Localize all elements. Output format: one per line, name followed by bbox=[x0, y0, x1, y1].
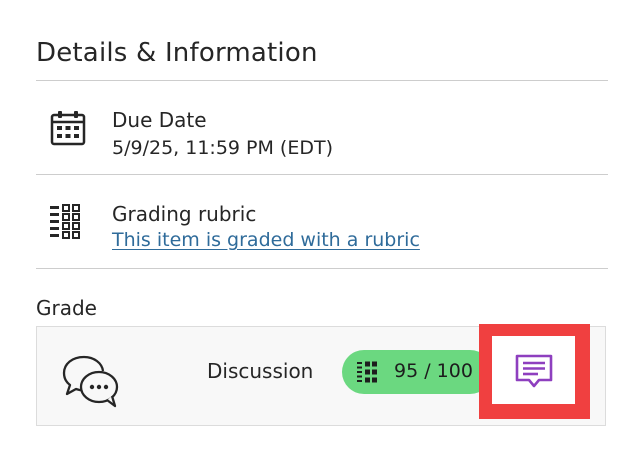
grade-label: Grade bbox=[36, 296, 97, 320]
grade-score-pill[interactable]: 95 / 100 bbox=[342, 350, 492, 394]
grade-item-name: Discussion bbox=[207, 359, 314, 383]
due-date-value: 5/9/25, 11:59 PM (EDT) bbox=[112, 137, 333, 159]
calendar-icon bbox=[50, 111, 86, 146]
rubric-grid-icon bbox=[50, 204, 80, 239]
feedback-button[interactable] bbox=[492, 336, 575, 404]
due-date-row: Due Date 5/9/25, 11:59 PM (EDT) bbox=[36, 100, 608, 170]
rubric-grid-icon bbox=[357, 361, 377, 383]
rubric-divider bbox=[36, 268, 608, 269]
discussion-bubbles-icon bbox=[62, 355, 119, 408]
details-page: Details & Information Due Date 5/9/25, 1… bbox=[0, 0, 625, 450]
rubric-row: Grading rubric This item is graded with … bbox=[36, 194, 608, 264]
rubric-link[interactable]: This item is graded with a rubric bbox=[112, 229, 420, 251]
rubric-label: Grading rubric bbox=[112, 202, 257, 226]
due-date-divider bbox=[36, 174, 608, 175]
grade-score: 95 / 100 bbox=[394, 360, 473, 382]
section-title: Details & Information bbox=[36, 38, 318, 68]
title-divider bbox=[36, 80, 608, 81]
feedback-comment-icon bbox=[515, 354, 553, 388]
due-date-label: Due Date bbox=[112, 108, 207, 132]
